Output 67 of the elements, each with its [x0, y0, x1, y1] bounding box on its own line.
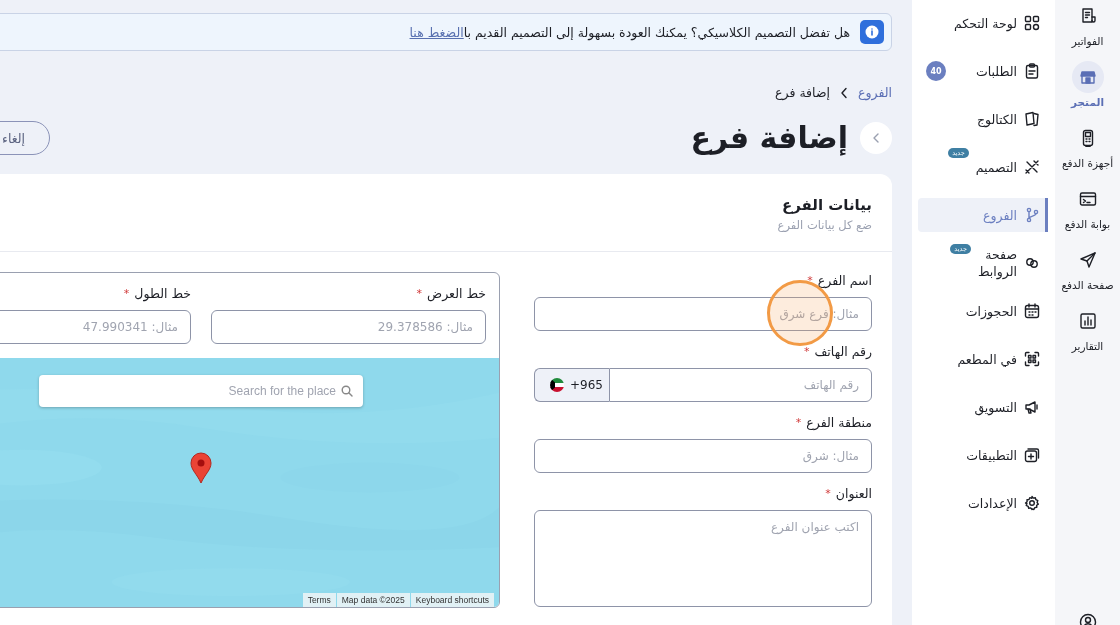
country-code-selector[interactable]: +965: [534, 368, 609, 402]
grid-icon: [1024, 15, 1040, 31]
rail-item[interactable]: بوابة الدفع: [1055, 183, 1120, 231]
terminal-icon: [1078, 190, 1097, 208]
sidebar-item[interactable]: الإعدادات: [918, 486, 1048, 520]
field-label: خط العرض: [427, 285, 486, 303]
map-attribution-link[interactable]: Terms: [302, 593, 336, 607]
card-subtitle: ضع كل بيانات الفرع: [776, 217, 872, 234]
branch-icon: [1024, 207, 1040, 223]
required-mark: *: [807, 273, 813, 289]
chart-icon: [1078, 312, 1097, 330]
gear-icon: [1024, 495, 1040, 511]
banner-message: هل تفضل التصميم الكلاسيكي؟ يمكنك العودة بسهولة إلى التصميم القديم باالضغط هنا: [409, 24, 850, 40]
input-field[interactable]: مثال: فرع شرق: [534, 297, 872, 331]
send-icon: [1078, 251, 1097, 269]
rail-item[interactable]: المتجر: [1055, 61, 1120, 109]
required-mark: *: [416, 286, 423, 302]
address-field[interactable]: اكتب عنوان الفرع: [534, 510, 872, 607]
required-mark: *: [803, 344, 810, 360]
map-attribution-link[interactable]: Keyboard shortcuts: [410, 593, 494, 607]
map-attribution-link[interactable]: Map data ©2025: [336, 593, 410, 607]
sidebar-item[interactable]: التسويق: [918, 390, 1048, 424]
input-field[interactable]: مثال: 47.990341: [0, 310, 191, 344]
sidebar-item[interactable]: في المطعم: [918, 342, 1048, 376]
flag-icon: [550, 378, 565, 392]
field-label: رقم الهاتف: [814, 343, 872, 361]
required-mark: *: [795, 415, 802, 431]
rail-item[interactable]: صفحة الدفع: [1055, 244, 1120, 292]
user-icon: [1078, 613, 1097, 625]
info-icon: [860, 20, 884, 44]
book-icon: [1024, 111, 1040, 127]
breadcrumb-current: إضافة فرع: [775, 84, 830, 102]
page-title: إضافة فرع: [690, 120, 848, 156]
breadcrumb-link[interactable]: الفروع: [858, 84, 892, 102]
sidebar-item[interactable]: الحجوزات: [918, 294, 1048, 328]
link-icon: [1024, 255, 1040, 271]
required-mark: *: [123, 286, 130, 302]
rail-item[interactable]: أجهزة الدفع: [1055, 122, 1120, 170]
map-search-field[interactable]: Search for the place: [39, 375, 363, 407]
megaphone-icon: [1024, 399, 1040, 415]
rail-item[interactable]: الفواتير: [1055, 0, 1120, 48]
clipboard-icon: [1024, 63, 1040, 79]
input-field[interactable]: مثال: شرق: [534, 439, 872, 473]
sidebar-item[interactable]: الكتالوج: [918, 102, 1048, 136]
field-label: اسم الفرع: [817, 272, 872, 290]
qr-scan-icon: [1024, 351, 1040, 367]
input-field[interactable]: مثال: 29.378586: [211, 310, 486, 344]
search-icon: [341, 385, 353, 397]
count-badge: 40: [926, 61, 946, 81]
field-label: العنوان: [835, 485, 872, 503]
sidebar-item[interactable]: الفروع: [918, 198, 1048, 232]
map-pin-icon[interactable]: [189, 452, 213, 484]
chevron-icon: [840, 87, 848, 99]
field-label: خط الطول: [134, 285, 191, 303]
pencil-ruler-icon: [1024, 159, 1040, 175]
apps-icon: [1024, 447, 1040, 463]
required-mark: *: [825, 486, 831, 502]
sidebar-item[interactable]: التطبيقات: [918, 438, 1048, 472]
rail-item[interactable]: التقارير: [1055, 305, 1120, 353]
field-label: منطقة الفرع: [806, 414, 872, 432]
sidebar-item[interactable]: لوحة التحكم: [918, 6, 1048, 40]
card-title: بيانات الفرع: [780, 195, 872, 216]
store-icon: [1078, 68, 1097, 86]
chevron-icon: [872, 132, 880, 144]
calendar-icon: [1024, 303, 1040, 319]
banner-link[interactable]: الضغط هنا: [409, 24, 464, 40]
phone-field[interactable]: رقم الهاتف: [609, 368, 872, 402]
